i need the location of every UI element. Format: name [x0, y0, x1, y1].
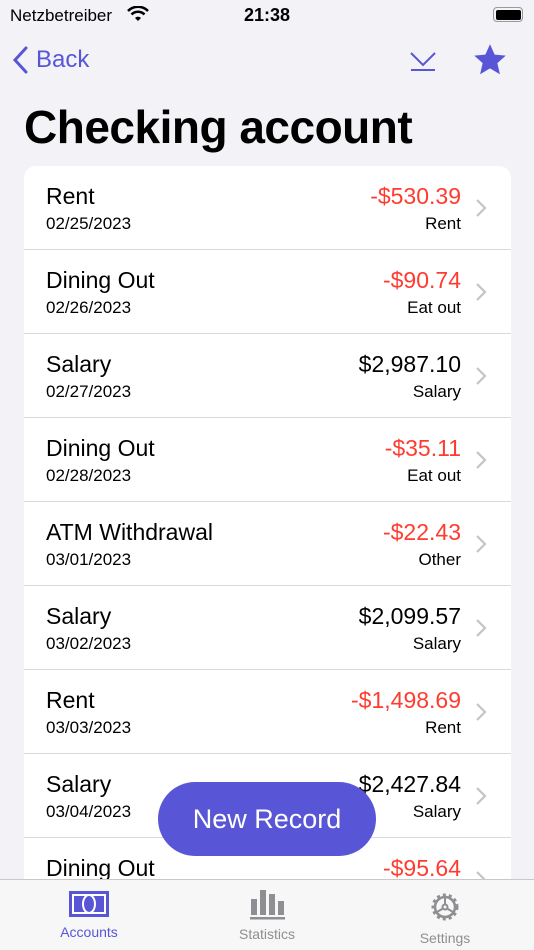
tab-statistics[interactable]: Statistics — [178, 880, 356, 950]
record-amount: -$90.74 — [382, 267, 461, 293]
record-amount: -$530.39 — [370, 183, 461, 209]
clock: 21:38 — [243, 5, 291, 25]
record-amount: -$95.64 — [382, 855, 461, 879]
chevron-right-icon — [476, 703, 487, 721]
record-title: Rent — [46, 687, 95, 713]
nav-bar: Back — [0, 40, 534, 84]
record-title: Salary — [46, 351, 112, 377]
chevron-right-icon — [476, 619, 487, 637]
record-title: ATM Withdrawal — [46, 519, 213, 545]
record-category: Rent — [425, 718, 461, 737]
record-title: Rent — [46, 183, 95, 209]
record-title: Salary — [46, 603, 112, 629]
record-category: Eat out — [407, 466, 461, 485]
back-button[interactable]: Back — [12, 46, 89, 74]
tab-label: Statistics — [238, 926, 295, 942]
record-row[interactable]: Salary 03/02/2023 $2,099.57 Salary — [24, 586, 511, 670]
record-category: Salary — [412, 382, 461, 401]
record-row[interactable]: Dining Out 02/28/2023 -$35.11 Eat out — [24, 418, 511, 502]
record-date: 02/27/2023 — [46, 382, 132, 401]
download-icon[interactable] — [408, 50, 438, 72]
record-title: Dining Out — [46, 267, 155, 293]
chevron-right-icon — [476, 535, 487, 553]
record-category: Salary — [412, 634, 461, 653]
record-date: 03/02/2023 — [46, 634, 132, 653]
battery-icon — [493, 7, 523, 22]
record-title: Salary — [46, 771, 112, 797]
chevron-right-icon — [476, 871, 486, 879]
back-label: Back — [36, 46, 90, 73]
chevron-right-icon — [476, 199, 487, 217]
record-amount: -$1,498.69 — [351, 687, 461, 713]
tab-accounts[interactable]: Accounts — [0, 880, 178, 950]
chevron-right-icon — [476, 283, 487, 301]
chevron-right-icon — [476, 451, 487, 469]
chevron-right-icon — [476, 787, 487, 805]
chart-icon — [250, 890, 285, 920]
record-date: 02/25/2023 — [46, 214, 132, 233]
record-date: 02/26/2023 — [46, 298, 132, 317]
record-date: 03/04/2023 — [46, 802, 132, 821]
record-amount: -$22.43 — [382, 519, 461, 545]
record-row[interactable]: ATM Withdrawal 03/01/2023 -$22.43 Other — [24, 502, 511, 586]
chevron-right-icon — [476, 367, 487, 385]
record-row[interactable]: Rent 02/25/2023 -$530.39 Rent — [24, 166, 511, 250]
star-icon[interactable] — [472, 42, 508, 78]
accounts-icon — [69, 891, 109, 917]
record-date: 03/03/2023 — [46, 718, 132, 737]
record-title: Dining Out — [46, 855, 155, 879]
record-amount: $2,987.10 — [358, 351, 461, 377]
record-amount: $2,427.84 — [358, 771, 461, 797]
tab-label: Settings — [419, 930, 471, 946]
new-record-button[interactable]: New Record — [158, 782, 376, 856]
record-category: Other — [418, 550, 461, 569]
record-category: Eat out — [407, 298, 461, 317]
tab-settings[interactable]: Settings — [356, 880, 534, 950]
tab-label: Accounts — [60, 924, 118, 940]
status-bar: Netzbetreiber 21:38 — [0, 0, 534, 30]
gear-icon — [431, 893, 459, 921]
record-title: Dining Out — [46, 435, 155, 461]
tab-bar: Accounts Statistics Settings — [0, 879, 534, 950]
record-category: Salary — [412, 802, 461, 821]
record-date: 02/28/2023 — [46, 466, 132, 485]
records-list[interactable]: Rent 02/25/2023 -$530.39 Rent Dining Out… — [24, 166, 511, 879]
record-row[interactable]: Salary 02/27/2023 $2,987.10 Salary — [24, 334, 511, 418]
chevron-left-icon — [12, 46, 28, 74]
record-date: 03/01/2023 — [46, 550, 132, 569]
record-row[interactable]: Dining Out 02/26/2023 -$90.74 Eat out — [24, 250, 511, 334]
page-title: Checking account — [24, 101, 413, 153]
record-amount: $2,099.57 — [358, 603, 461, 629]
record-amount: -$35.11 — [384, 435, 461, 461]
record-category: Rent — [425, 214, 461, 233]
record-row[interactable]: Rent 03/03/2023 -$1,498.69 Rent — [24, 670, 511, 754]
